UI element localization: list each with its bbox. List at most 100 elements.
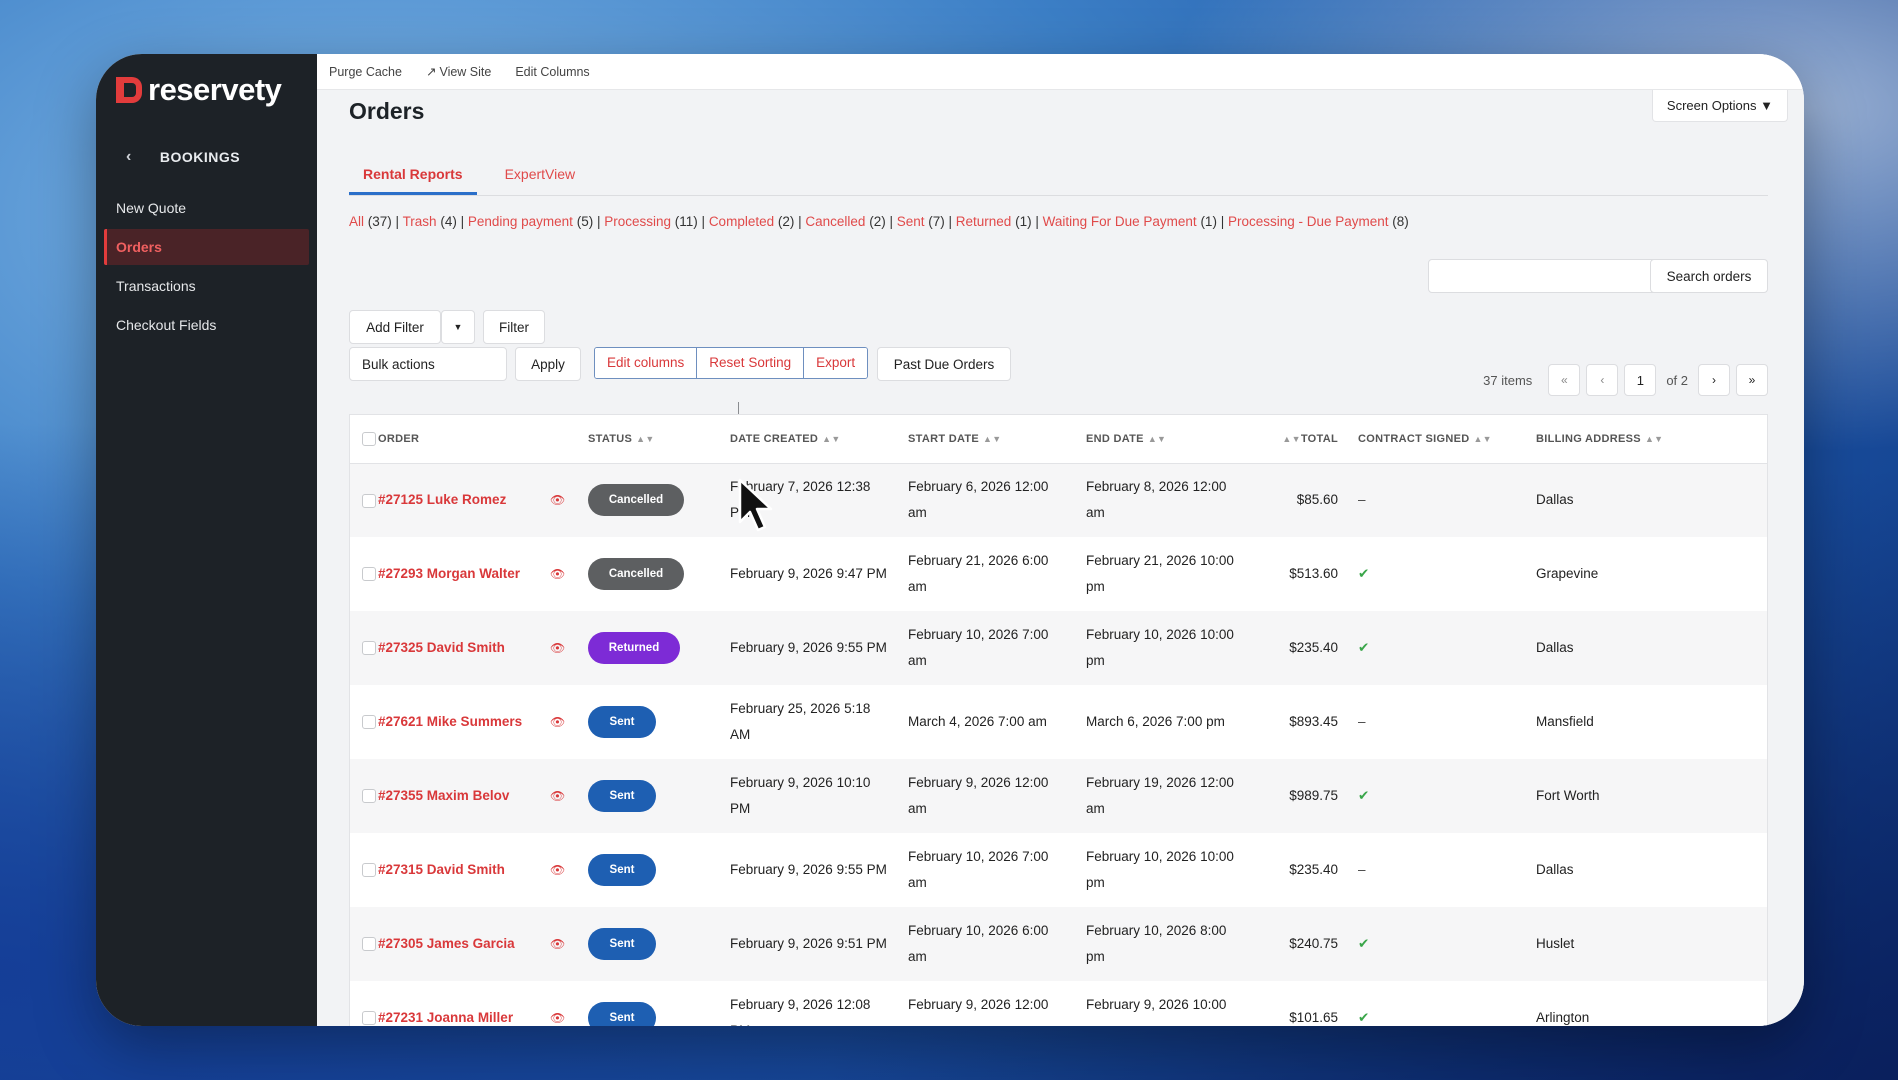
column-header-end-date[interactable]: End Date ▲▼ [1070,415,1248,464]
filter-button[interactable]: Filter [483,310,545,344]
status-filter-trash[interactable]: Trash (4) [403,214,457,229]
tab-expertview[interactable]: ExpertView [491,156,590,195]
table-row[interactable]: #27621 Mike Summers 👁 Sent February 25, 202… [350,685,1767,759]
apply-button[interactable]: Apply [515,347,581,381]
column-header-start-date[interactable]: Start Date ▲▼ [892,415,1070,464]
table-row[interactable]: #27325 David Smith 👁 Returned February 9, 2… [350,611,1767,685]
status-filter-waiting-for-due-payment[interactable]: Waiting For Due Payment (1) [1043,214,1217,229]
status-filter-label[interactable]: All [349,214,364,229]
table-row[interactable]: #27231 Joanna Miller 👁 Sent February 9, 202… [350,981,1767,1026]
status-filter-pending-payment[interactable]: Pending payment (5) [468,214,593,229]
first-page-button[interactable]: « [1548,364,1581,396]
add-filter-button[interactable]: Add Filter [349,310,441,344]
search-input[interactable] [1428,259,1674,293]
order-link[interactable]: #27355 Maxim Belov [378,788,509,803]
screen-options-button[interactable]: Screen Options ▼ [1651,90,1788,122]
row-checkbox[interactable] [362,863,376,878]
start-date-cell: February 10, 2026 7:00 am [908,849,1049,890]
status-filter-processing-due-payment[interactable]: Processing - Due Payment (8) [1228,214,1409,229]
sidebar-item-transactions[interactable]: Transactions [104,268,309,304]
eye-icon[interactable]: 👁 [550,715,565,729]
edit-columns-link[interactable]: Edit Columns [515,65,589,79]
column-header-date-created[interactable]: Date Created ▲▼ [714,415,892,464]
purge-cache-link[interactable]: Purge Cache [329,65,402,79]
select-all-checkbox[interactable] [362,431,376,446]
order-link[interactable]: #27325 David Smith [378,640,505,655]
add-filter-dropdown[interactable]: ▼ [441,310,475,344]
status-filter-label[interactable]: Waiting For Due Payment [1043,214,1197,229]
brand-logo[interactable]: reservety [116,72,282,108]
status-filter-cancelled[interactable]: Cancelled (2) [805,214,885,229]
eye-icon[interactable]: 👁 [550,567,565,581]
row-checkbox[interactable] [362,567,376,582]
sidebar-item-checkout-fields[interactable]: Checkout Fields [104,307,309,343]
status-filter-all[interactable]: All (37) [349,214,392,229]
table-row[interactable]: #27293 Morgan Walter 👁 Cancelled February 9… [350,537,1767,611]
eye-icon[interactable]: 👁 [550,641,565,655]
status-filter-processing[interactable]: Processing (11) [604,214,698,229]
status-filter-label[interactable]: Processing [604,214,671,229]
order-link[interactable]: #27305 James Garcia [378,936,515,951]
order-link[interactable]: #27293 Morgan Walter [378,566,520,581]
sidebar-section-header[interactable]: ‹ BOOKINGS [126,148,240,166]
current-page-input[interactable]: 1 [1624,364,1657,396]
date-created-cell: February 9, 2026 9:51 PM [714,907,892,981]
next-page-button[interactable]: › [1698,364,1730,396]
column-header-order[interactable]: Order [378,415,550,464]
caret-down-icon: ▼ [453,322,463,332]
eye-icon[interactable]: 👁 [550,937,565,951]
status-filter-label[interactable]: Sent [897,214,925,229]
page-total: of 2 [1666,372,1688,388]
row-checkbox[interactable] [362,789,376,804]
status-filter-completed[interactable]: Completed (2) [709,214,795,229]
pagination: 37 items « ‹ 1 of 2 › » [1483,364,1768,396]
status-filter-label[interactable]: Cancelled [805,214,865,229]
contract-signed-indicator: ✔ [1358,1010,1370,1025]
table-row[interactable]: #27305 James Garcia 👁 Sent February 9, 2026… [350,907,1767,981]
last-page-button[interactable]: » [1736,364,1768,396]
sort-icon: ▲▼ [1147,433,1167,444]
row-checkbox[interactable] [362,641,376,656]
filter-separator: | [391,214,403,229]
row-checkbox[interactable] [362,1011,376,1026]
status-filter-label[interactable]: Pending payment [468,214,573,229]
status-filter-returned[interactable]: Returned (1) [956,214,1032,229]
view-site-link[interactable]: ↗ View Site [426,64,491,79]
column-header-status[interactable]: Status ▲▼ [588,415,714,464]
reset-sorting-button[interactable]: Reset Sorting [697,348,805,378]
table-row[interactable]: #27125 Luke Romez 👁 Cancelled February 7, 2… [350,463,1767,537]
status-filter-sent[interactable]: Sent (7) [897,214,945,229]
prev-page-button[interactable]: ‹ [1586,364,1619,396]
status-filter-label[interactable]: Trash [403,214,437,229]
table-row[interactable]: #27355 Maxim Belov 👁 Sent February 9, 2026 … [350,759,1767,833]
order-link[interactable]: #27125 Luke Romez [378,492,506,507]
column-header-total[interactable]: ▲▼Total [1248,415,1358,464]
column-header-billing-address[interactable]: Billing Address ▲▼ [1536,415,1767,464]
row-checkbox[interactable] [362,937,376,952]
status-filter-label[interactable]: Returned [956,214,1012,229]
tab-rental-reports[interactable]: Rental Reports [349,156,477,195]
eye-icon[interactable]: 👁 [550,493,565,507]
sidebar-item-new-quote[interactable]: New Quote [104,190,309,226]
row-checkbox[interactable] [362,715,376,730]
sidebar-item-orders[interactable]: Orders [104,229,309,265]
export-button[interactable]: Export [804,348,868,378]
eye-icon[interactable]: 👁 [550,789,565,803]
status-filter-label[interactable]: Completed [709,214,774,229]
search-orders-button[interactable]: Search orders [1650,259,1768,293]
past-due-orders-button[interactable]: Past Due Orders [877,347,1011,381]
eye-icon[interactable]: 👁 [550,1011,565,1025]
row-checkbox[interactable] [362,493,376,508]
bulk-actions-select[interactable]: Bulk actions [349,347,507,381]
sort-icon: ▲▼ [636,433,655,444]
app-window: reservety ‹ BOOKINGS New Quote Orders Tr… [96,54,1804,1026]
column-header-contract-signed[interactable]: Contract Signed ▲▼ [1358,415,1536,464]
status-filter-label[interactable]: Processing - Due Payment [1228,214,1389,229]
chevron-left-icon[interactable]: ‹ [126,148,132,166]
table-row[interactable]: #27315 David Smith 👁 Sent February 9, 2026 … [350,833,1767,907]
order-link[interactable]: #27621 Mike Summers [378,714,522,729]
edit-columns-button[interactable]: Edit columns [595,348,698,378]
order-link[interactable]: #27231 Joanna Miller [378,1010,513,1025]
eye-icon[interactable]: 👁 [550,863,565,877]
order-link[interactable]: #27315 David Smith [378,862,505,877]
